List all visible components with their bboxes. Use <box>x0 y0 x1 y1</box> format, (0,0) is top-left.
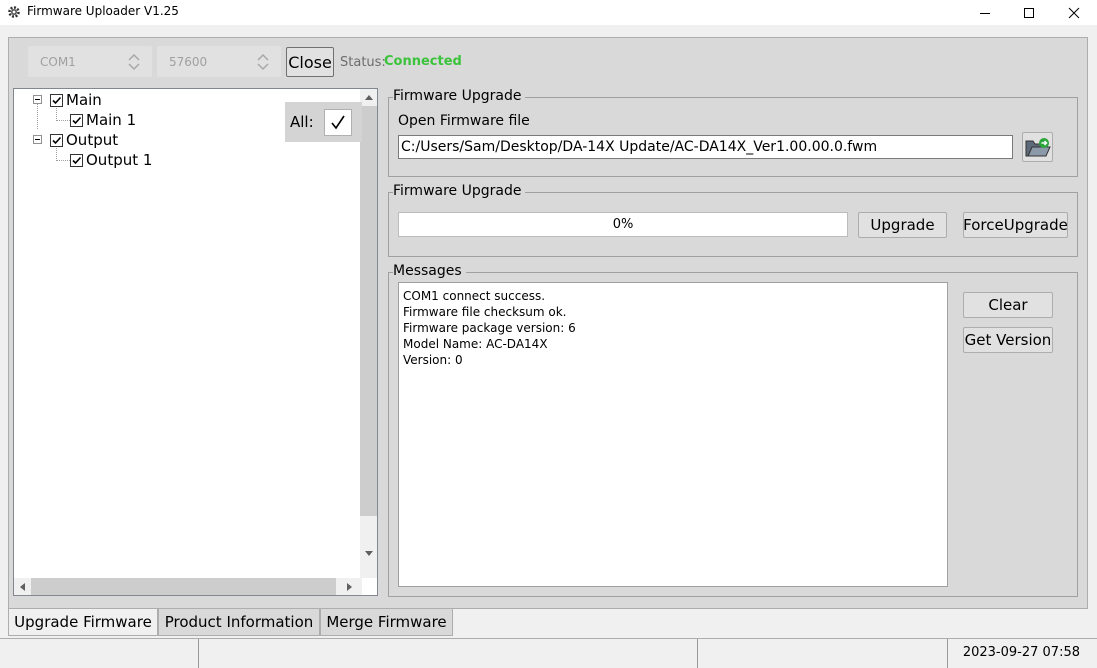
tree-node-output-1[interactable]: Output 1 <box>70 151 152 169</box>
message-line: COM1 connect success. <box>403 289 546 303</box>
status-value: Connected <box>384 54 462 69</box>
tree-node-label: Main 1 <box>86 111 137 129</box>
open-firmware-label: Open Firmware file <box>398 113 530 129</box>
baud-rate-value: 57600 <box>169 55 208 69</box>
close-port-button[interactable]: Close <box>286 47 334 77</box>
checkbox-main[interactable] <box>50 93 63 107</box>
message-line: Firmware file checksum ok. <box>403 305 567 319</box>
maximize-button[interactable] <box>1006 0 1052 25</box>
com-port-value: COM1 <box>40 55 76 69</box>
group-title: Messages <box>393 263 466 279</box>
baud-rate-selector[interactable]: 57600 <box>157 46 281 77</box>
force-upgrade-button[interactable]: ForceUpgrade <box>963 212 1068 238</box>
folder-open-icon <box>1025 138 1051 157</box>
close-window-button[interactable] <box>1051 0 1097 25</box>
tab-upgrade-firmware[interactable]: Upgrade Firmware <box>8 609 158 636</box>
tree-connector <box>56 160 70 161</box>
checkbox-main-1[interactable] <box>70 113 83 127</box>
upgrade-button[interactable]: Upgrade <box>858 212 947 238</box>
group-title: Firmware Upgrade <box>393 88 526 104</box>
tree-vertical-scrollbar[interactable] <box>360 89 377 578</box>
status-separator <box>697 639 698 668</box>
collapse-toggle-icon[interactable] <box>33 95 42 104</box>
spin-arrows-icon <box>257 53 269 71</box>
firmware-path-input[interactable]: C:/Users/Sam/Desktop/DA-14X Update/AC-DA… <box>398 135 1013 159</box>
com-port-selector[interactable]: COM1 <box>28 46 152 77</box>
scroll-left-icon[interactable] <box>14 578 31 595</box>
tree-connector <box>56 120 70 121</box>
title-bar: Firmware Uploader V1.25 <box>0 0 1097 25</box>
close-icon <box>1068 7 1080 18</box>
spin-arrows-icon <box>128 53 140 71</box>
device-tree: Main Main 1 Output Output 1 <box>13 88 378 596</box>
scrollbar-thumb[interactable] <box>360 106 377 516</box>
maximize-icon <box>1024 7 1034 18</box>
status-label: Status: <box>340 55 386 70</box>
window-title: Firmware Uploader V1.25 <box>27 4 179 18</box>
status-bar: 2023-09-27 07:58 <box>0 638 1097 668</box>
minimize-icon <box>980 12 990 14</box>
status-datetime: 2023-09-27 07:58 <box>962 645 1080 660</box>
clear-button[interactable]: Clear <box>963 292 1053 318</box>
status-separator <box>198 639 199 668</box>
scrollbar-thumb[interactable] <box>31 578 336 595</box>
select-all-label: All: <box>290 113 314 131</box>
tree-node-main[interactable]: Main <box>50 91 102 109</box>
messages-log[interactable]: COM1 connect success. Firmware file chec… <box>398 282 948 587</box>
scroll-down-icon[interactable] <box>360 545 377 562</box>
group-title: Firmware Upgrade <box>393 183 526 199</box>
browse-button[interactable] <box>1022 132 1053 162</box>
tab-merge-firmware[interactable]: Merge Firmware <box>320 609 453 636</box>
tree-node-label: Output <box>66 131 119 149</box>
checkbox-output[interactable] <box>50 133 63 147</box>
message-line: Firmware package version: 6 <box>403 321 576 335</box>
tree-node-label: Output 1 <box>86 151 153 169</box>
message-line: Model Name: AC-DA14X <box>403 337 548 351</box>
progress-text: 0% <box>612 217 634 232</box>
get-version-button[interactable]: Get Version <box>963 327 1053 353</box>
gear-icon <box>8 6 20 18</box>
tree-node-label: Main <box>66 91 102 109</box>
scroll-right-icon[interactable] <box>341 578 358 595</box>
status-separator <box>947 639 948 668</box>
tree-node-output[interactable]: Output <box>50 131 118 149</box>
tree-node-main-1[interactable]: Main 1 <box>70 111 136 129</box>
checkbox-output-1[interactable] <box>70 153 83 167</box>
minimize-button[interactable] <box>962 0 1008 25</box>
upgrade-progress-bar: 0% <box>398 212 848 237</box>
message-line: Version: 0 <box>403 353 463 367</box>
tree-horizontal-scrollbar[interactable] <box>14 578 362 595</box>
collapse-toggle-icon[interactable] <box>33 135 42 144</box>
tab-product-information[interactable]: Product Information <box>158 609 320 636</box>
select-all-checkbox[interactable] <box>324 109 352 136</box>
select-all-panel: All: <box>285 102 362 142</box>
checkmark-icon <box>331 115 345 130</box>
scroll-up-icon[interactable] <box>360 89 377 106</box>
